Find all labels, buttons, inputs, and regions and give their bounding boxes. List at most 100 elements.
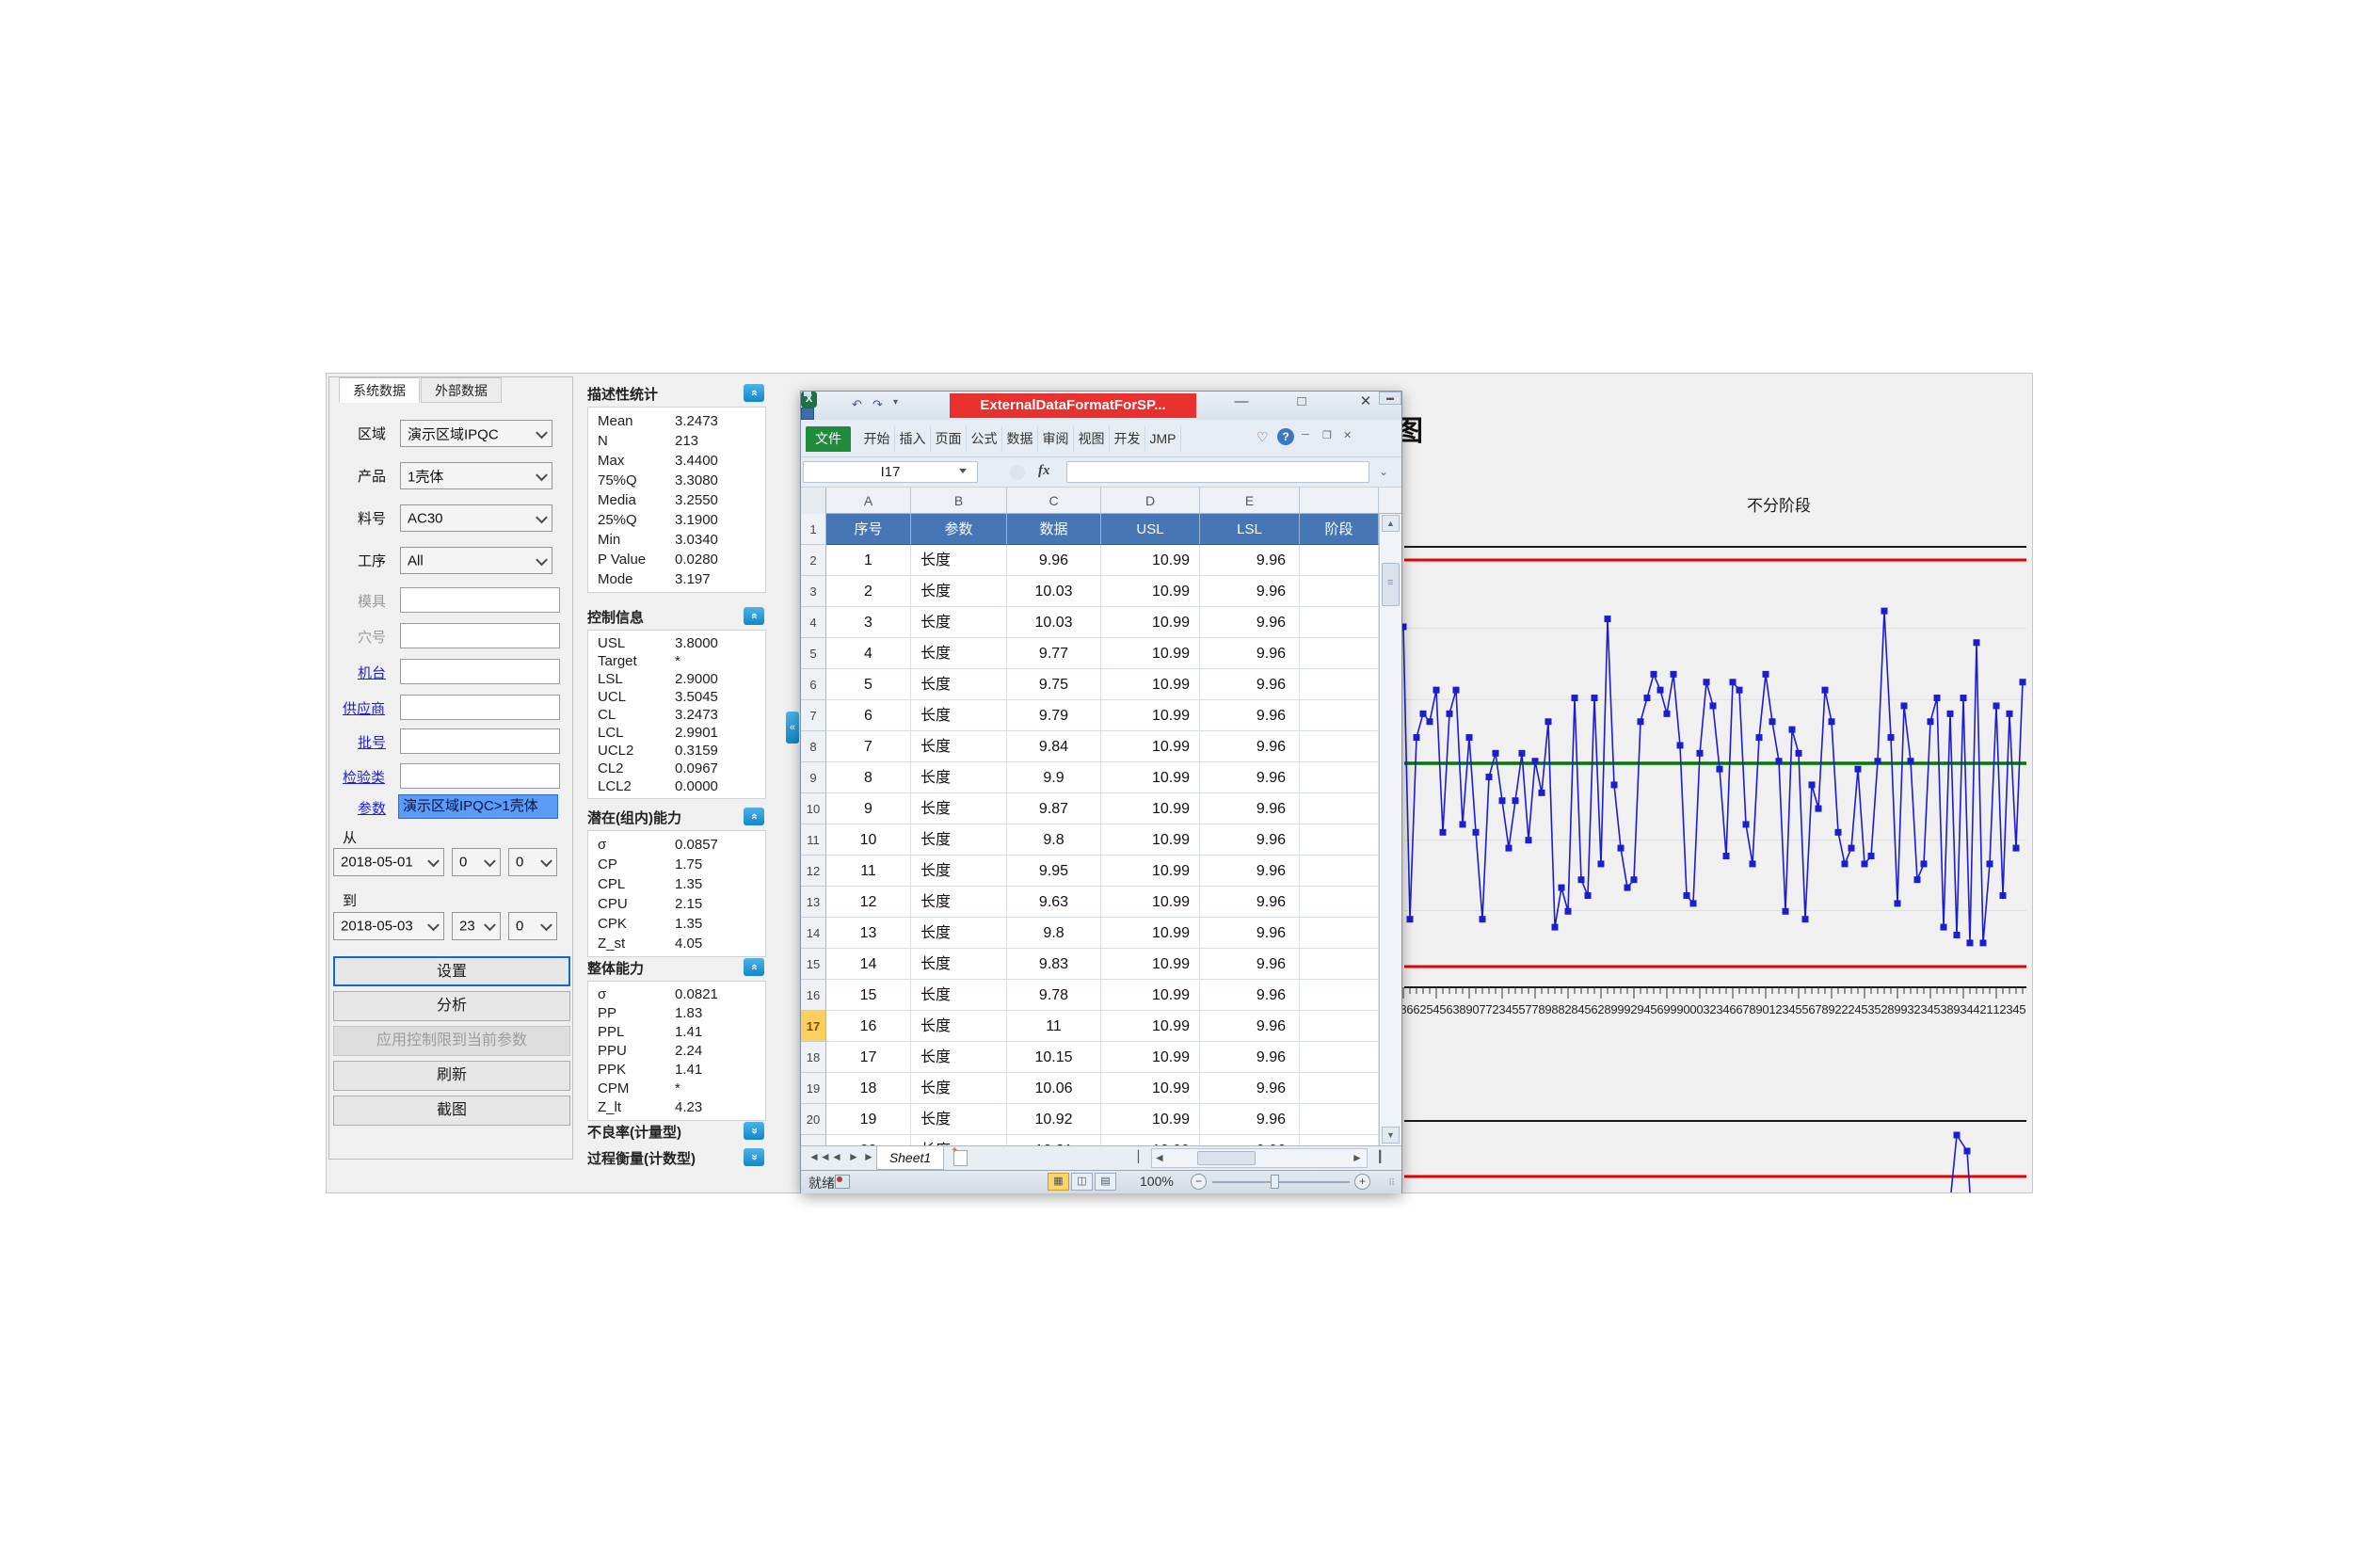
data-point-marker[interactable] — [1650, 670, 1657, 678]
cell[interactable]: 9.96 — [1200, 576, 1300, 607]
data-point-marker[interactable] — [1913, 876, 1921, 884]
data-point-marker[interactable] — [1867, 853, 1875, 860]
scroll-left-icon[interactable]: ◄ — [1154, 1151, 1165, 1164]
window-restore-icon[interactable]: ❐ — [1322, 429, 1332, 441]
column-header-cut[interactable] — [1300, 488, 1379, 514]
cell[interactable]: 9.96 — [1200, 700, 1300, 731]
heart-icon[interactable]: ♡ — [1257, 429, 1269, 445]
cell[interactable]: 8 — [826, 762, 911, 793]
from-date-select[interactable]: 2018-05-01 — [333, 848, 444, 876]
cell[interactable]: 9.84 — [1007, 731, 1101, 762]
data-point-marker[interactable] — [1722, 853, 1730, 860]
cell[interactable]: 18 — [826, 1073, 911, 1104]
data-point-marker[interactable] — [1465, 734, 1473, 742]
cell[interactable] — [1300, 1135, 1379, 1145]
cell[interactable]: 长度 — [911, 545, 1007, 576]
row-header-21[interactable]: 21 — [801, 1135, 826, 1145]
expand-formula-bar-icon[interactable]: ⌄ — [1379, 465, 1388, 478]
row-header-16[interactable]: 16 — [801, 980, 826, 1011]
data-point-marker[interactable] — [1782, 907, 1789, 915]
cell[interactable]: 13 — [826, 918, 911, 949]
window-close-icon[interactable]: ✕ — [1343, 429, 1352, 441]
cell[interactable]: 10.99 — [1101, 918, 1200, 949]
tab-视图[interactable]: 视图 — [1074, 426, 1110, 452]
data-point-marker[interactable] — [1492, 749, 1499, 757]
header-cell[interactable]: LSL — [1200, 514, 1300, 545]
cell[interactable] — [1300, 1073, 1379, 1104]
cell[interactable]: 9.95 — [1007, 856, 1101, 887]
data-point-marker[interactable] — [1808, 781, 1816, 789]
cell[interactable]: 10.99 — [1101, 700, 1200, 731]
data-point-marker[interactable] — [1775, 758, 1783, 765]
data-point-marker[interactable] — [1683, 892, 1690, 900]
row-header-9[interactable]: 9 — [801, 762, 826, 793]
column-header-E[interactable]: E — [1200, 488, 1300, 514]
tab-插入[interactable]: 插入 — [895, 426, 931, 452]
cell[interactable] — [1300, 980, 1379, 1011]
data-point-marker[interactable] — [1479, 916, 1486, 923]
cell[interactable]: 9.8 — [1007, 918, 1101, 949]
split-handle[interactable]: ▬ — [1379, 392, 1401, 405]
cell[interactable]: 长度 — [911, 607, 1007, 638]
cell[interactable]: 4 — [826, 638, 911, 669]
cell[interactable]: 9.78 — [1007, 980, 1101, 1011]
data-point-marker[interactable] — [1696, 749, 1704, 757]
cell[interactable] — [1300, 700, 1379, 731]
cell[interactable]: 9.96 — [1200, 1073, 1300, 1104]
data-point-marker[interactable] — [1940, 923, 1947, 931]
column-header-A[interactable]: A — [826, 488, 911, 514]
tab-file[interactable]: 文件 — [806, 426, 851, 452]
data-point-marker[interactable] — [1657, 686, 1664, 694]
data-point-marker[interactable] — [1670, 670, 1677, 678]
cell[interactable]: 9.96 — [1200, 1104, 1300, 1135]
button-snapshot[interactable]: 截图 — [333, 1096, 570, 1126]
cell[interactable]: 9.9 — [1007, 762, 1101, 793]
data-point-marker[interactable] — [1900, 702, 1908, 710]
data-point-marker[interactable] — [1426, 718, 1433, 726]
data-point-marker[interactable] — [1801, 916, 1809, 923]
cell[interactable]: 10.81 — [1007, 1135, 1101, 1145]
cell[interactable]: 9.96 — [1200, 949, 1300, 980]
formula-input[interactable] — [1066, 461, 1369, 483]
cell[interactable] — [1300, 887, 1379, 918]
cell[interactable]: 长度 — [911, 949, 1007, 980]
cell[interactable]: 10.99 — [1101, 949, 1200, 980]
horizontal-scrollbar[interactable]: ◄ ► — [1151, 1148, 1368, 1168]
to-hour-select[interactable]: 23 — [452, 912, 501, 940]
expand-section-icon[interactable]: « — [744, 1122, 764, 1140]
tab-JMP[interactable]: JMP — [1145, 426, 1181, 452]
cell[interactable]: 10.99 — [1101, 545, 1200, 576]
row-header-15[interactable]: 15 — [801, 949, 826, 980]
cell[interactable]: 5 — [826, 669, 911, 700]
cell[interactable]: 19 — [826, 1104, 911, 1135]
cell[interactable]: 长度 — [911, 980, 1007, 1011]
data-point-marker[interactable] — [1999, 892, 2007, 900]
cell[interactable]: 9.75 — [1007, 669, 1101, 700]
from-minute-select[interactable]: 0 — [508, 848, 557, 876]
row-header-4[interactable]: 4 — [801, 607, 826, 638]
collapse-section-icon[interactable]: « — [744, 808, 764, 825]
row-header-10[interactable]: 10 — [801, 793, 826, 824]
cell[interactable]: 9.96 — [1200, 980, 1300, 1011]
cell[interactable]: 17 — [826, 1042, 911, 1073]
data-point-marker[interactable] — [1439, 828, 1447, 836]
tab-system-data[interactable]: 系统数据 — [339, 377, 420, 403]
maximize-button[interactable]: □ — [1283, 392, 1321, 414]
cell[interactable] — [1300, 856, 1379, 887]
data-point-marker[interactable] — [1584, 892, 1592, 900]
field-input-6[interactable] — [400, 659, 560, 684]
tab-external-data[interactable]: 外部数据 — [421, 377, 502, 403]
cell[interactable] — [1300, 918, 1379, 949]
name-box[interactable]: I17 — [803, 461, 978, 483]
row-header-20[interactable]: 20 — [801, 1104, 826, 1135]
cell[interactable] — [1300, 824, 1379, 856]
prev-sheet-icon[interactable]: ◄ — [831, 1150, 842, 1163]
cell[interactable]: 12 — [826, 887, 911, 918]
new-sheet-icon[interactable] — [951, 1145, 968, 1166]
data-point-marker[interactable] — [1881, 607, 1888, 615]
cell[interactable] — [1300, 638, 1379, 669]
data-point-marker[interactable] — [1485, 774, 1493, 781]
cell[interactable]: 16 — [826, 1011, 911, 1042]
data-point-marker[interactable] — [1446, 710, 1453, 717]
cell[interactable]: 10.99 — [1101, 793, 1200, 824]
